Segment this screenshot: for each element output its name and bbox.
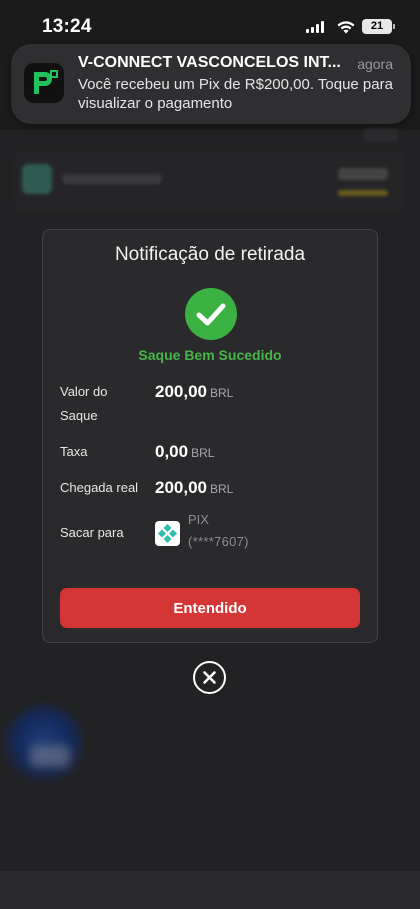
background-item-value <box>338 168 388 180</box>
understood-button[interactable]: Entendido <box>60 588 360 628</box>
dialog-title: Notificação de retirada <box>114 244 306 265</box>
background-item-icon <box>22 164 52 194</box>
wifi-icon <box>337 21 355 34</box>
status-text: Saque Bem Sucedido <box>138 347 282 363</box>
notification-title: V-CONNECT VASCONCELOS INT... <box>78 54 341 71</box>
background-item-text <box>62 174 162 184</box>
picpay-p-icon <box>24 63 64 103</box>
fee-currency: BRL <box>191 446 215 460</box>
background-list-item <box>14 150 406 212</box>
withdrawal-dialog: Notificação de retirada Saque Bem Sucedi… <box>42 229 378 643</box>
row-label-payout: Sacar para <box>60 525 124 540</box>
amount-number: 200,00 <box>155 382 207 401</box>
row-label-arrival: Chegada real <box>60 480 139 495</box>
amount-currency: BRL <box>210 386 234 400</box>
row-label-fee: Taxa <box>60 444 88 459</box>
pix-icon <box>155 521 180 546</box>
status-time: 13:24 <box>42 16 92 37</box>
payout-account: (****7607) <box>188 534 249 549</box>
arrival-currency: BRL <box>210 482 234 496</box>
row-value-arrival: 200,00 BRL <box>155 478 233 498</box>
notification-body: Você recebeu um Pix de R$200,00. Toque p… <box>78 76 393 112</box>
check-circle-icon <box>185 288 237 340</box>
row-value-amount: 200,00 BRL <box>155 382 233 402</box>
background-chip <box>364 128 398 142</box>
row-value-fee: 0,00 BRL <box>155 442 214 462</box>
cellular-signal-icon <box>306 21 328 33</box>
close-icon[interactable] <box>193 661 226 694</box>
background-floating-widget-label <box>30 745 70 767</box>
notification-time: agora <box>357 56 393 72</box>
background-bottom-bar <box>0 871 420 909</box>
arrival-number: 200,00 <box>155 478 207 497</box>
background-item-tag <box>338 190 388 196</box>
battery-icon: 21 <box>362 19 395 34</box>
fee-number: 0,00 <box>155 442 189 461</box>
payout-method: PIX <box>188 512 209 527</box>
push-notification[interactable]: V-CONNECT VASCONCELOS INT... agora Você … <box>11 44 411 124</box>
status-bar: 13:24 21 <box>0 0 420 52</box>
row-label-amount: Valor do Saque <box>60 384 108 423</box>
